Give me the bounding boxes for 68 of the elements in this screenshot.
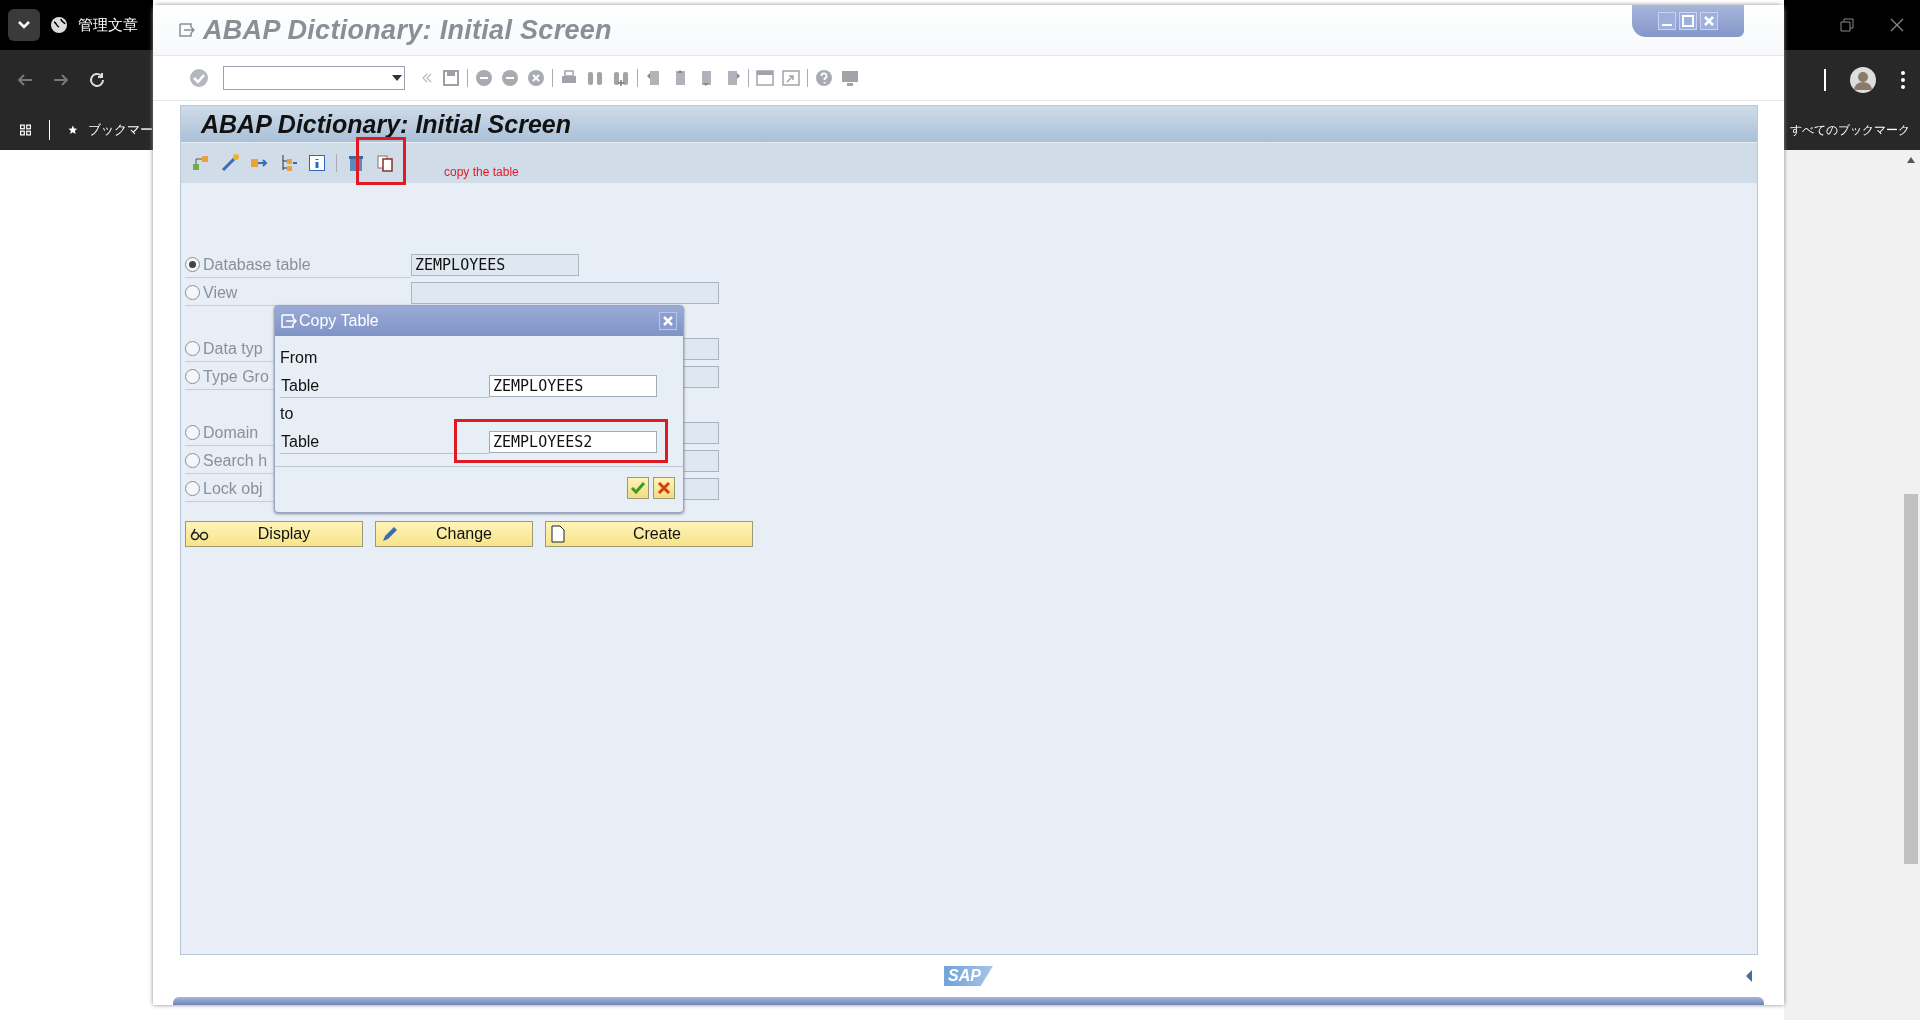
close-icon[interactable] bbox=[1890, 18, 1904, 32]
to-label: to bbox=[280, 405, 294, 423]
bookmarks-folder[interactable]: ブックマー bbox=[88, 121, 153, 139]
window-menu-icon[interactable] bbox=[179, 23, 195, 37]
pencil-icon bbox=[380, 525, 400, 543]
close-icon[interactable] bbox=[659, 312, 677, 330]
object-type-label: Type Gro bbox=[203, 367, 269, 386]
screen-title: ABAP Dictionary: Initial Screen bbox=[201, 109, 571, 139]
avatar-icon[interactable] bbox=[1850, 67, 1876, 93]
save-icon[interactable] bbox=[441, 68, 461, 88]
sap-logo: SAP bbox=[944, 966, 993, 986]
cancel-icon[interactable] bbox=[526, 68, 546, 88]
shortcut-icon[interactable] bbox=[781, 68, 801, 88]
enter-check-icon[interactable] bbox=[189, 68, 209, 88]
annotation-text: copy the table bbox=[444, 165, 519, 179]
globe-icon bbox=[50, 16, 68, 34]
reload-icon[interactable] bbox=[88, 71, 106, 89]
check-icon bbox=[630, 481, 646, 495]
table-label: Table bbox=[281, 376, 320, 395]
dialog-title: Copy Table bbox=[299, 312, 379, 330]
display-button[interactable]: Display bbox=[185, 521, 363, 547]
command-field[interactable] bbox=[223, 66, 405, 90]
copy-icon[interactable] bbox=[375, 153, 395, 173]
object-name-field[interactable]: ZEMPLOYEES bbox=[411, 254, 579, 276]
radio-button[interactable] bbox=[185, 369, 200, 384]
object-hierarchy-icon[interactable] bbox=[191, 153, 211, 173]
object-name-field[interactable] bbox=[411, 282, 719, 304]
blank-page-icon bbox=[550, 525, 566, 543]
minimize-icon[interactable] bbox=[1658, 12, 1676, 30]
object-type-label: Lock obj bbox=[203, 479, 263, 498]
collapse-arrow-icon[interactable] bbox=[1744, 969, 1754, 983]
highlight-frame bbox=[356, 137, 406, 185]
object-type-label: View bbox=[203, 283, 238, 302]
from-label: From bbox=[280, 349, 318, 367]
browser-tab-title[interactable]: 管理文章 bbox=[78, 15, 138, 35]
create-button[interactable]: Create bbox=[545, 521, 753, 547]
info-icon[interactable] bbox=[307, 153, 327, 173]
object-type-label: Search h bbox=[203, 451, 268, 470]
from-table-field[interactable]: ZEMPLOYEES bbox=[489, 375, 657, 397]
scroll-up-icon[interactable] bbox=[1906, 156, 1916, 164]
monitor-icon[interactable] bbox=[840, 68, 860, 88]
tab-list-icon[interactable] bbox=[8, 9, 40, 41]
cross-icon bbox=[657, 481, 671, 495]
glasses-icon bbox=[190, 526, 210, 542]
magic-wand-icon[interactable] bbox=[220, 153, 240, 173]
table-label: Table bbox=[281, 432, 320, 451]
object-type-label: Data typ bbox=[203, 339, 263, 358]
new-session-icon[interactable] bbox=[755, 68, 775, 88]
dropdown-caret-icon[interactable] bbox=[390, 73, 404, 83]
change-button[interactable]: Change bbox=[375, 521, 533, 547]
more-menu-icon[interactable] bbox=[1900, 70, 1906, 90]
radio-button[interactable] bbox=[185, 481, 200, 496]
maximize-icon[interactable] bbox=[1679, 12, 1697, 30]
radio-button[interactable] bbox=[185, 425, 200, 440]
apps-grid-icon[interactable] bbox=[20, 121, 31, 139]
radio-button[interactable] bbox=[185, 285, 200, 300]
restore-icon[interactable] bbox=[1840, 18, 1854, 32]
window-title: ABAP Dictionary: Initial Screen bbox=[203, 14, 612, 46]
radio-button[interactable] bbox=[185, 453, 200, 468]
confirm-button[interactable] bbox=[627, 477, 649, 499]
object-type-label: Domain bbox=[203, 423, 259, 442]
object-type-label: Database table bbox=[203, 255, 311, 274]
radio-button[interactable] bbox=[185, 257, 200, 272]
cancel-button[interactable] bbox=[653, 477, 675, 499]
radio-button[interactable] bbox=[185, 341, 200, 356]
delete-icon[interactable] bbox=[346, 153, 366, 173]
to-table-field[interactable]: ZEMPLOYEES2 bbox=[489, 431, 657, 453]
help-icon[interactable] bbox=[814, 68, 834, 88]
